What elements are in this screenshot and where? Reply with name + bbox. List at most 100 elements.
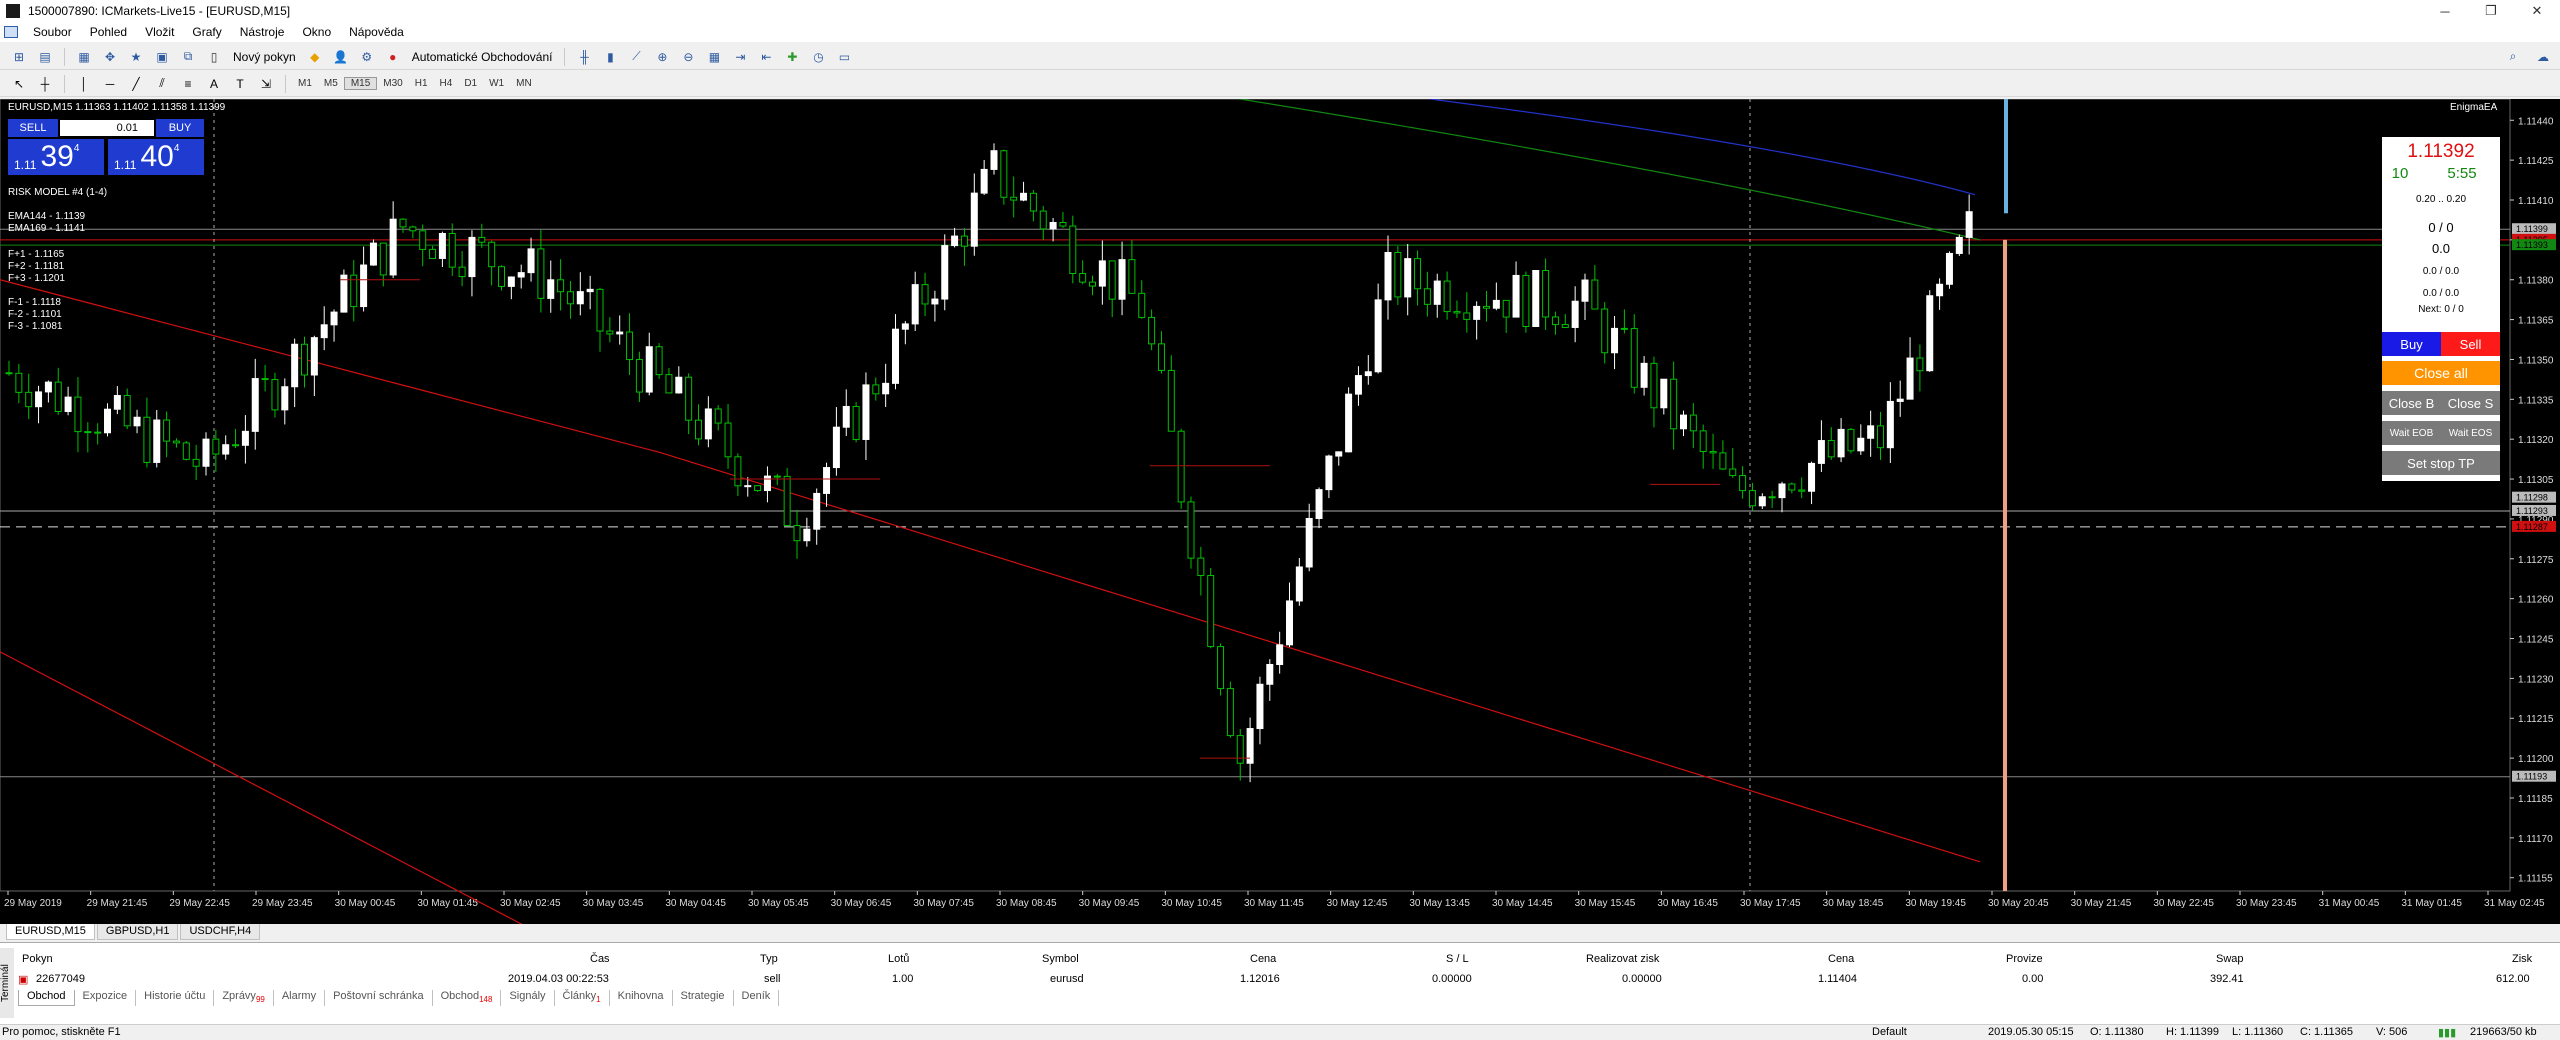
label-icon[interactable]: T bbox=[230, 74, 250, 94]
tab-exposure[interactable]: Expozice bbox=[75, 990, 137, 1006]
menu-file[interactable]: Soubor bbox=[24, 25, 81, 39]
line-chart-icon[interactable]: ⟋ bbox=[626, 47, 646, 67]
close-sells-button[interactable]: Close S bbox=[2441, 391, 2500, 415]
tab-trade[interactable]: Obchod bbox=[18, 990, 75, 1006]
tab-library[interactable]: Knihovna bbox=[610, 990, 673, 1006]
tab-market[interactable]: Obchod148 bbox=[433, 990, 502, 1006]
cursor-icon[interactable]: ↖ bbox=[9, 74, 29, 94]
indicators-icon[interactable]: ✚ bbox=[782, 47, 802, 67]
horizontal-line-icon[interactable]: ─ bbox=[100, 74, 120, 94]
col-sl[interactable]: S / L bbox=[1446, 953, 1469, 965]
community-icon[interactable]: ☁ bbox=[2533, 47, 2553, 67]
trendline-icon[interactable]: ╱ bbox=[126, 74, 146, 94]
col-commission[interactable]: Provize bbox=[2006, 953, 2043, 965]
tf-m30[interactable]: M30 bbox=[377, 78, 408, 89]
col-order[interactable]: Pokyn bbox=[22, 953, 53, 965]
vertical-line-icon[interactable]: │ bbox=[74, 74, 94, 94]
channel-icon[interactable]: ⫽ bbox=[152, 74, 172, 94]
fibo-icon[interactable]: ≡ bbox=[178, 74, 198, 94]
templates-icon[interactable]: ▭ bbox=[834, 47, 854, 67]
market-watch-icon[interactable]: ▦ bbox=[74, 47, 94, 67]
sell-price-box[interactable]: 1.11 39 4 bbox=[8, 139, 104, 175]
tf-mn[interactable]: MN bbox=[510, 78, 538, 89]
autoscroll-icon[interactable]: ⇥ bbox=[730, 47, 750, 67]
tab-history[interactable]: Historie účtu bbox=[136, 990, 215, 1006]
menu-view[interactable]: Pohled bbox=[81, 25, 136, 39]
tab-signals[interactable]: Signály bbox=[501, 990, 555, 1006]
chart-tab-gbpusd[interactable]: GBPUSD,H1 bbox=[96, 924, 179, 940]
ea-sell-button[interactable]: Sell bbox=[2441, 332, 2500, 356]
tab-articles[interactable]: Články1 bbox=[555, 990, 610, 1006]
tab-journal[interactable]: Deník bbox=[734, 990, 780, 1006]
col-type[interactable]: Typ bbox=[760, 953, 778, 965]
chart-shift-icon[interactable]: ⇤ bbox=[756, 47, 776, 67]
tile-icon[interactable]: ▦ bbox=[704, 47, 724, 67]
menu-insert[interactable]: Vložit bbox=[136, 25, 183, 39]
terminal-icon[interactable]: ▣ bbox=[152, 47, 172, 67]
col-symbol[interactable]: Symbol bbox=[1042, 953, 1079, 965]
settings-icon[interactable]: ⚙ bbox=[357, 47, 377, 67]
menu-window[interactable]: Okno bbox=[293, 25, 340, 39]
tab-mailbox[interactable]: Poštovní schránka bbox=[325, 990, 433, 1006]
close-all-button[interactable]: Close all bbox=[2382, 361, 2500, 385]
status-profile[interactable]: Default bbox=[1872, 1026, 1907, 1038]
table-row[interactable]: ▣ 22677049 2019.04.03 00:22:53 sell 1.00… bbox=[18, 973, 2538, 989]
sell-button[interactable]: SELL bbox=[8, 119, 58, 137]
new-order-icon[interactable]: ▯ bbox=[204, 47, 224, 67]
tf-h1[interactable]: H1 bbox=[409, 78, 434, 89]
chart-tab-eurusd[interactable]: EURUSD,M15 bbox=[6, 924, 95, 940]
zoom-in-icon[interactable]: ⊕ bbox=[652, 47, 672, 67]
col-swap[interactable]: Swap bbox=[2216, 953, 2244, 965]
set-stop-tp-button[interactable]: Set stop TP bbox=[2382, 451, 2500, 475]
metaeditor-icon[interactable]: ◆ bbox=[305, 47, 325, 67]
mdi-icon[interactable] bbox=[4, 26, 18, 38]
price-chart[interactable]: 1.114401.114251.114101.113951.113801.113… bbox=[0, 99, 2560, 924]
col-time[interactable]: Čas bbox=[590, 953, 610, 965]
navigator-icon[interactable]: ★ bbox=[126, 47, 146, 67]
col-price[interactable]: Cena bbox=[1250, 953, 1276, 965]
candles-icon[interactable]: ▮ bbox=[600, 47, 620, 67]
menu-help[interactable]: Nápověda bbox=[340, 25, 413, 39]
periods-icon[interactable]: ◷ bbox=[808, 47, 828, 67]
col-tp[interactable]: Realizovat zisk bbox=[1586, 953, 1659, 965]
crosshair-icon[interactable]: ┼ bbox=[35, 74, 55, 94]
menu-tools[interactable]: Nástroje bbox=[231, 25, 294, 39]
col-current-price[interactable]: Cena bbox=[1828, 953, 1854, 965]
restore-icon[interactable]: ❐ bbox=[2468, 0, 2514, 22]
tf-w1[interactable]: W1 bbox=[483, 78, 510, 89]
tf-m5[interactable]: M5 bbox=[318, 78, 344, 89]
bar-chart-icon[interactable]: ╫ bbox=[574, 47, 594, 67]
close-icon[interactable]: ✕ bbox=[2514, 0, 2560, 22]
lot-input[interactable]: 0.01 bbox=[60, 120, 154, 136]
new-order-button[interactable]: Nový pokyn bbox=[227, 46, 302, 68]
tester-icon[interactable]: ⧉ bbox=[178, 47, 198, 67]
close-buys-button[interactable]: Close B bbox=[2382, 391, 2441, 415]
buy-button[interactable]: BUY bbox=[156, 119, 204, 137]
chart-canvas[interactable]: 1.114401.114251.114101.113951.113801.113… bbox=[0, 99, 2560, 924]
ea-buy-button[interactable]: Buy bbox=[2382, 332, 2441, 356]
buy-price-box[interactable]: 1.11 40 4 bbox=[108, 139, 204, 175]
chart-tab-usdchf[interactable]: USDCHF,H4 bbox=[180, 924, 261, 940]
col-profit[interactable]: Zisk bbox=[2512, 953, 2532, 965]
auto-trading-icon[interactable]: ● bbox=[383, 47, 403, 67]
terminal-side-label[interactable]: Terminál bbox=[0, 948, 14, 1018]
tf-h4[interactable]: H4 bbox=[434, 78, 459, 89]
new-chart-icon[interactable]: ⊞ bbox=[9, 47, 29, 67]
wait-eob-button[interactable]: Wait EOB bbox=[2382, 421, 2441, 445]
arrows-icon[interactable]: ⇲ bbox=[256, 74, 276, 94]
account-icon[interactable]: 👤 bbox=[331, 47, 351, 67]
tf-d1[interactable]: D1 bbox=[458, 78, 483, 89]
auto-trading-button[interactable]: Automatické Obchodování bbox=[406, 46, 559, 68]
data-window-icon[interactable]: ✥ bbox=[100, 47, 120, 67]
menu-charts[interactable]: Grafy bbox=[183, 25, 230, 39]
tf-m15[interactable]: M15 bbox=[343, 77, 378, 90]
wait-eos-button[interactable]: Wait EOS bbox=[2441, 421, 2500, 445]
tab-news[interactable]: Zprávy99 bbox=[214, 990, 274, 1006]
tf-m1[interactable]: M1 bbox=[292, 78, 318, 89]
zoom-out-icon[interactable]: ⊖ bbox=[678, 47, 698, 67]
col-lots[interactable]: Lotů bbox=[888, 953, 909, 965]
search-icon[interactable]: ⌕ bbox=[2503, 47, 2523, 67]
minimize-icon[interactable]: ─ bbox=[2422, 0, 2468, 22]
tab-alerts[interactable]: Alarmy bbox=[274, 990, 326, 1006]
tab-experts[interactable]: Strategie bbox=[673, 990, 734, 1006]
